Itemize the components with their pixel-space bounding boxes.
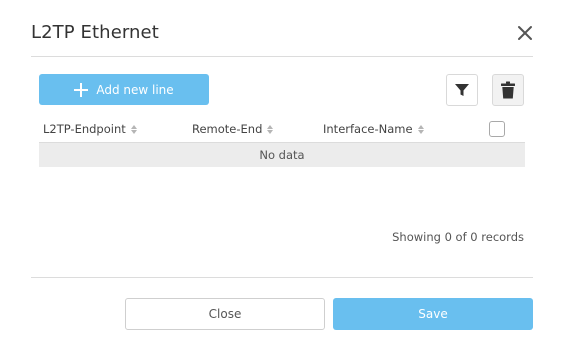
delete-button[interactable] xyxy=(492,74,524,106)
filter-button[interactable] xyxy=(446,74,478,106)
add-new-line-button[interactable]: Add new line xyxy=(39,74,209,105)
column-header-l2tp-endpoint[interactable]: L2TP-Endpoint xyxy=(43,122,137,136)
column-label: L2TP-Endpoint xyxy=(43,122,126,136)
sort-icon xyxy=(267,124,274,134)
save-button[interactable]: Save xyxy=(333,298,533,330)
filter-icon xyxy=(455,84,469,96)
l2tp-ethernet-dialog: L2TP Ethernet Add new line L2TP-Endpoint xyxy=(0,0,564,357)
footer-divider xyxy=(31,277,533,278)
column-label: Interface-Name xyxy=(323,122,413,136)
dialog-title: L2TP Ethernet xyxy=(31,22,159,43)
trash-icon xyxy=(501,81,515,99)
sort-icon xyxy=(417,124,424,134)
records-count: Showing 0 of 0 records xyxy=(392,230,524,244)
table-header: L2TP-Endpoint Remote-End Interface-Name xyxy=(39,116,525,142)
column-label: Remote-End xyxy=(192,122,263,136)
add-new-line-label: Add new line xyxy=(96,82,174,97)
close-button[interactable]: Close xyxy=(125,298,325,330)
column-header-remote-end[interactable]: Remote-End xyxy=(192,122,274,136)
select-all-checkbox[interactable] xyxy=(489,121,505,137)
sort-icon xyxy=(130,124,137,134)
header-divider xyxy=(31,56,533,57)
column-header-interface-name[interactable]: Interface-Name xyxy=(323,122,424,136)
close-icon[interactable] xyxy=(514,22,536,44)
records-table: L2TP-Endpoint Remote-End Interface-Name … xyxy=(39,116,525,167)
plus-icon xyxy=(74,82,89,97)
empty-row: No data xyxy=(39,142,525,167)
